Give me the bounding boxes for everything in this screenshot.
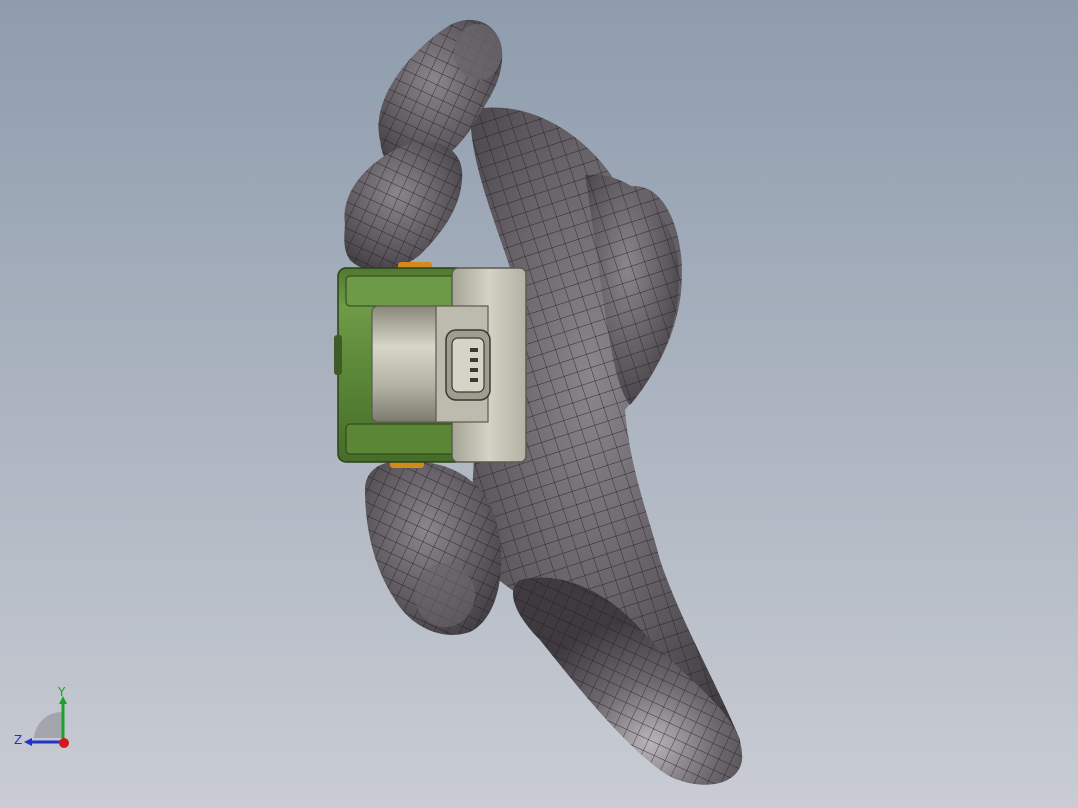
triad-graphic: Y Z	[14, 685, 69, 748]
housing-rim-bottom	[345, 423, 457, 455]
graphics-viewport[interactable]: Y Z	[0, 0, 1078, 808]
y-axis-label: Y	[57, 685, 66, 699]
triad-plane	[34, 711, 62, 738]
usb-contact-4	[470, 378, 478, 382]
fingertip-ring	[415, 563, 475, 627]
housing-rim-top	[345, 275, 457, 307]
usb-contact-1	[470, 348, 478, 352]
device-assembly[interactable]	[334, 262, 527, 468]
z-axis-arrow	[24, 738, 32, 746]
usb-port[interactable]	[451, 337, 485, 393]
usb-contact-2	[470, 358, 478, 362]
orientation-triad: Y Z	[10, 682, 90, 762]
z-axis-label: Z	[14, 733, 22, 747]
fingertip-index	[454, 24, 502, 80]
usb-contact-3	[470, 368, 478, 372]
side-button[interactable]	[334, 335, 342, 375]
model-scene[interactable]	[0, 0, 1078, 808]
x-axis-dot	[59, 738, 69, 748]
